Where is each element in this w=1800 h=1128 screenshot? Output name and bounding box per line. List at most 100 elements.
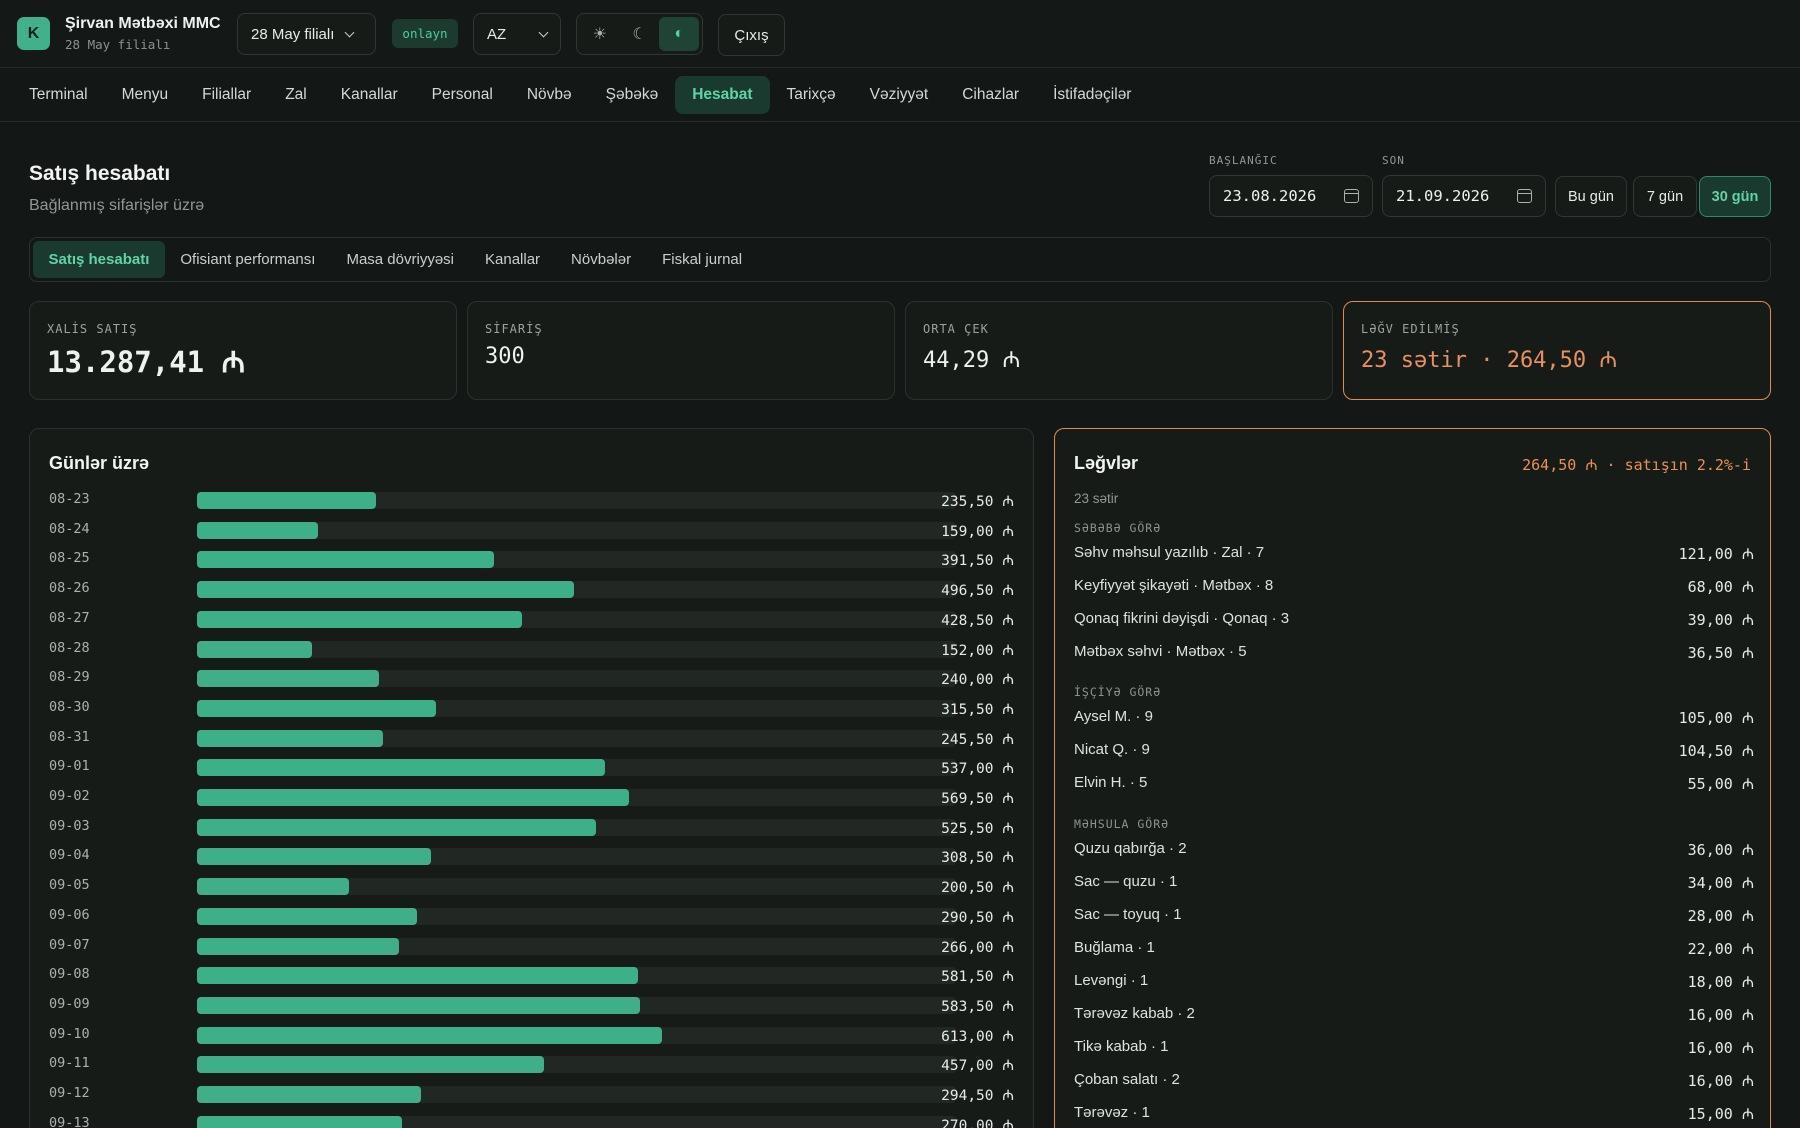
daily-sales-panel: Günlər üzrə 08-23 235,50 ₼ 08-24 159,00 ₼ 08… (29, 428, 1034, 1128)
table-row: 08-23 235,50 ₼ (49, 489, 1014, 511)
kpi-value: 23 sətir · 264,50 ₼ (1361, 348, 1618, 373)
language-select[interactable]: AZ (473, 13, 561, 55)
cancel-product-name: Buğlama · 1 (1074, 939, 1155, 956)
bar-track (197, 670, 956, 688)
bar (197, 878, 350, 896)
kpi-label: ORTA ÇEK (923, 322, 989, 336)
nav-item-10[interactable]: Vəziyyət (853, 76, 946, 114)
bar-track (197, 729, 956, 747)
day-amount: 200,50 ₼ (941, 880, 1014, 897)
nav-item-4[interactable]: Kanallar (324, 76, 415, 114)
table-row: 09-06 290,50 ₼ (49, 905, 1014, 927)
sun-icon[interactable]: ☀ (580, 17, 620, 51)
subtab-2[interactable]: Masa dövriyyəsi (331, 241, 470, 278)
cancel-reason-name: Səhv məhsul yazılıb · Zal · 7 (1074, 544, 1265, 561)
kpi-orders: SİFARİŞ 300 (467, 301, 895, 400)
day-label: 09-04 (49, 847, 90, 864)
calendar-icon[interactable] (1344, 189, 1359, 203)
cancel-product-value: 16,00 ₼ (1687, 1039, 1754, 1057)
range-7-days-button[interactable]: 7 gün (1633, 176, 1697, 217)
table-row: 09-10 613,00 ₼ (49, 1024, 1014, 1046)
nav-item-1[interactable]: Menyu (105, 76, 186, 114)
start-date-input[interactable]: 23.08.2026 (1209, 175, 1373, 217)
table-row: 08-30 315,50 ₼ (49, 697, 1014, 719)
day-label: 08-27 (49, 609, 90, 626)
cancel-product-name: Tərəvəz kabab · 2 (1074, 1005, 1195, 1022)
logout-button[interactable]: Çıxış (718, 14, 785, 56)
end-date-input[interactable]: 21.09.2026 (1382, 175, 1546, 217)
kpi-label: SİFARİŞ (485, 322, 543, 336)
subtab-5[interactable]: Fiskal jurnal (647, 241, 758, 278)
table-row: 08-26 496,50 ₼ (49, 578, 1014, 600)
nav-item-12[interactable]: İstifadəçilər (1036, 76, 1148, 114)
bar-track (197, 492, 956, 509)
cancel-product-value: 36,00 ₼ (1687, 841, 1754, 859)
day-amount: 496,50 ₼ (941, 583, 1014, 600)
company-logo: K (17, 17, 50, 50)
list-item: Tərəvəz · 1 15,00 ₼ (1074, 1103, 1754, 1125)
bar (197, 1086, 421, 1103)
range-today-button[interactable]: Bu gün (1555, 176, 1627, 217)
day-label: 09-12 (49, 1085, 90, 1101)
kpi-cancelled: LƏĞV EDİLMİŞ 23 sətir · 264,50 ₼ (1343, 301, 1771, 400)
list-item: Levəngi · 1 18,00 ₼ (1074, 971, 1754, 993)
subtab-0[interactable]: Satış hesabatı (33, 241, 165, 278)
bar (197, 937, 399, 955)
day-label: 08-25 (49, 550, 90, 567)
subtab-4[interactable]: Növbələr (556, 241, 647, 278)
theme-switcher: ☀ ☾ ◐ (576, 13, 703, 55)
list-item: Keyfiyyət şikayəti · Mətbəx · 8 68,00 ₼ (1074, 576, 1754, 598)
list-item: Quzu qabırğa · 2 36,00 ₼ (1074, 839, 1754, 861)
nav-item-6[interactable]: Növbə (510, 76, 589, 114)
cancel-product-name: Tərəvəz · 1 (1074, 1104, 1150, 1121)
kpi-value: 300 (485, 344, 525, 369)
nav-item-8[interactable]: Hesabat (675, 76, 770, 114)
nav-item-0[interactable]: Terminal (12, 76, 105, 114)
company-name: Şirvan Mətbəxi MMC (65, 15, 221, 32)
bar-track (197, 907, 956, 925)
bar-track (197, 640, 956, 658)
day-amount: 457,00 ₼ (941, 1058, 1014, 1075)
table-row: 08-27 428,50 ₼ (49, 608, 1014, 630)
day-label: 08-23 (49, 491, 90, 507)
nav-item-5[interactable]: Personal (415, 76, 510, 114)
moon-icon[interactable]: ☾ (620, 17, 660, 51)
cancel-product-value: 15,00 ₼ (1687, 1105, 1754, 1123)
bar (197, 729, 384, 747)
list-item: Elvin H. · 5 55,00 ₼ (1074, 773, 1754, 795)
cancel-staff-value: 105,00 ₼ (1678, 709, 1754, 727)
nav-item-2[interactable]: Filiallar (185, 76, 268, 114)
page-title: Satış hesabatı (29, 162, 171, 185)
contrast-icon[interactable]: ◐ (659, 17, 700, 51)
calendar-icon[interactable] (1517, 189, 1532, 203)
day-amount: 581,50 ₼ (941, 969, 1014, 986)
table-row: 08-24 159,00 ₼ (49, 519, 1014, 541)
branch-select[interactable]: 28 May filialı (237, 13, 376, 55)
bar-track (197, 1086, 956, 1103)
nav-item-7[interactable]: Şəbəkə (589, 76, 676, 114)
subtab-1[interactable]: Ofisiant performansı (165, 241, 331, 278)
cancel-reason-value: 39,00 ₼ (1687, 611, 1754, 629)
nav-item-9[interactable]: Tarixçə (770, 76, 853, 114)
table-row: 09-12 294,50 ₼ (49, 1083, 1014, 1105)
table-row: 09-01 537,00 ₼ (49, 756, 1014, 778)
nav-item-11[interactable]: Cihazlar (945, 76, 1036, 114)
bar-track (197, 996, 956, 1014)
cancel-product-name: Tikə kabab · 1 (1074, 1038, 1169, 1055)
list-item: Səhv məhsul yazılıb · Zal · 7 121,00 ₼ (1074, 543, 1754, 565)
day-label: 09-08 (49, 966, 90, 983)
subtab-3[interactable]: Kanallar (470, 241, 556, 278)
day-amount: 270,00 ₼ (941, 1117, 1014, 1128)
table-row: 09-07 266,00 ₼ (49, 935, 1014, 957)
day-amount: 525,50 ₼ (941, 820, 1014, 837)
range-30-days-button[interactable]: 30 gün (1699, 176, 1771, 217)
bar (197, 907, 418, 925)
chevron-down-icon (344, 27, 355, 37)
day-label: 08-28 (49, 639, 90, 656)
cancel-product-value: 28,00 ₼ (1687, 907, 1754, 925)
page-subtitle: Bağlanmış sifarişlər üzrə (29, 197, 205, 214)
cancel-staff-value: 104,50 ₼ (1678, 742, 1754, 760)
nav-item-3[interactable]: Zal (268, 76, 324, 114)
bar-track (197, 521, 956, 539)
cancel-product-name: Levəngi · 1 (1074, 972, 1149, 989)
